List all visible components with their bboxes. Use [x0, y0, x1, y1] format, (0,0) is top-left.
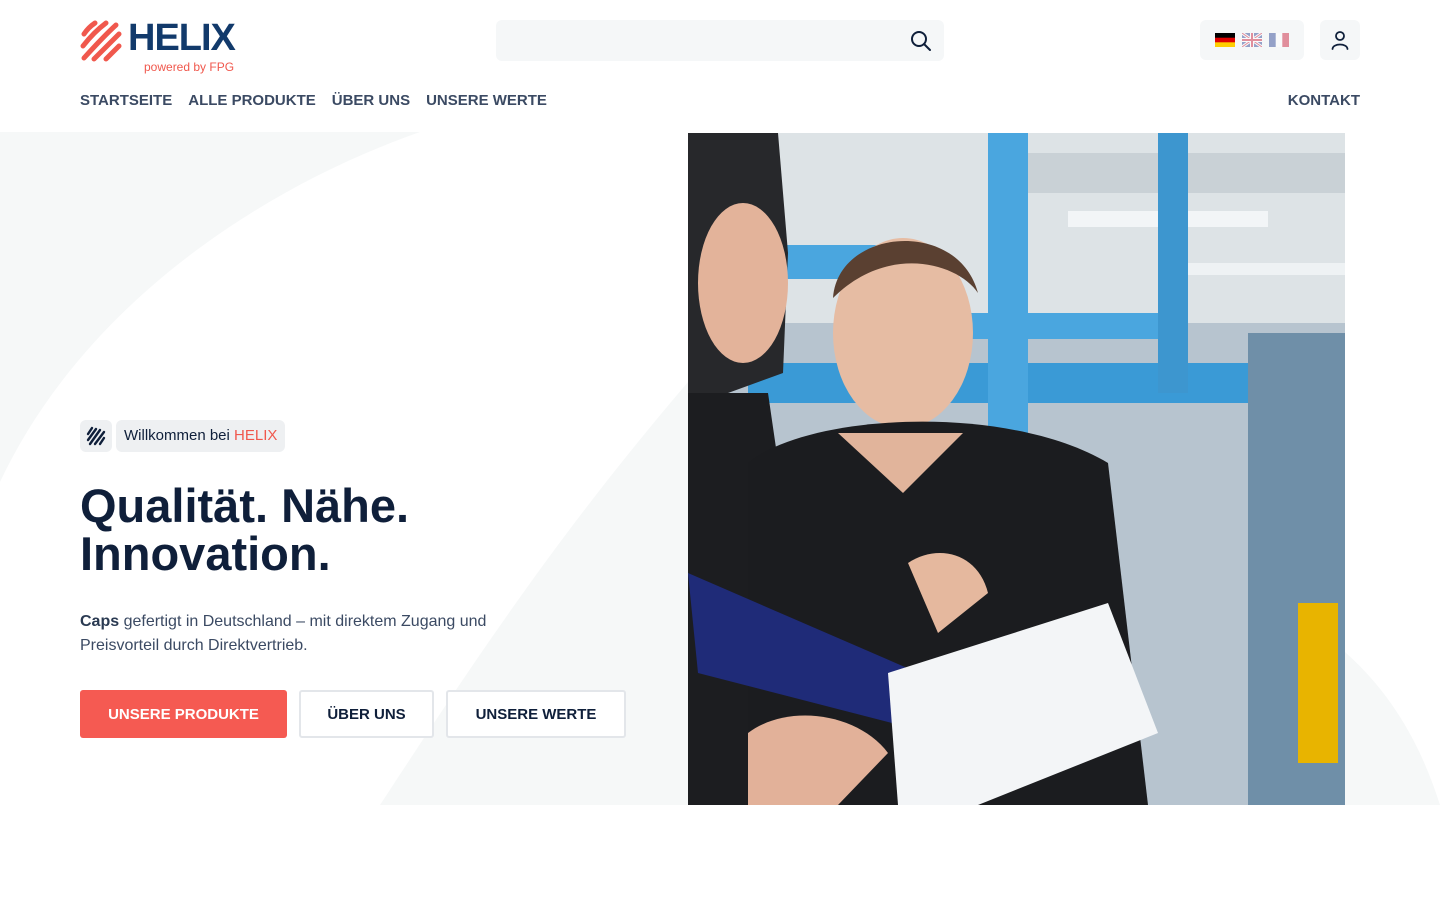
brand-name: HELIX: [128, 17, 236, 59]
headline-line-2: Innovation.: [80, 527, 331, 580]
user-icon: [1331, 31, 1349, 50]
search-input[interactable]: [496, 20, 944, 61]
headline-line-1: Qualität. Nähe.: [80, 479, 410, 532]
site-header: HELIX powered by FPG STARTSEITE ALLE PRO…: [0, 0, 1440, 132]
welcome-brand: HELIX: [234, 427, 278, 444]
helix-logo-icon: [80, 20, 122, 62]
nav-item-about[interactable]: ÜBER UNS: [332, 92, 410, 109]
welcome-prefix: Willkommen bei: [124, 427, 230, 444]
hero-photo: [688, 133, 1345, 805]
hero-headline: Qualität. Nähe. Innovation.: [80, 482, 640, 578]
helix-mark-icon: [80, 420, 112, 452]
brand-tagline: powered by FPG: [144, 60, 235, 74]
flag-fr-icon[interactable]: [1269, 33, 1289, 47]
language-switcher: [1200, 20, 1304, 60]
hero-description: Caps gefertigt in Deutschland – mit dire…: [80, 610, 550, 658]
brand-logo[interactable]: HELIX powered by FPG: [80, 17, 240, 78]
flag-de-icon[interactable]: [1215, 33, 1235, 47]
nav-item-contact[interactable]: KONTAKT: [1288, 92, 1360, 109]
nav-item-all-products[interactable]: ALLE PRODUKTE: [188, 92, 316, 109]
main-nav: STARTSEITE ALLE PRODUKTE ÜBER UNS UNSERE…: [80, 92, 547, 109]
hero-content: Willkommen bei HELIX Qualität. Nähe. Inn…: [80, 420, 640, 738]
desc-rest: gefertigt in Deutschland – mit direktem …: [80, 613, 487, 654]
products-button[interactable]: UNSERE PRODUKTE: [80, 690, 287, 738]
hero-buttons: UNSERE PRODUKTE ÜBER UNS UNSERE WERTE: [80, 690, 640, 738]
welcome-badge: Willkommen bei HELIX: [80, 420, 640, 452]
desc-bold: Caps: [80, 613, 120, 630]
values-button[interactable]: UNSERE WERTE: [446, 690, 626, 738]
nav-item-home[interactable]: STARTSEITE: [80, 92, 172, 109]
welcome-text: Willkommen bei HELIX: [116, 420, 286, 452]
search-icon[interactable]: [910, 30, 932, 52]
about-button[interactable]: ÜBER UNS: [299, 690, 434, 738]
flag-en-icon[interactable]: [1242, 33, 1262, 47]
account-button[interactable]: [1320, 20, 1360, 60]
nav-item-values[interactable]: UNSERE WERTE: [426, 92, 547, 109]
workshop-photo-illustration: [688, 133, 1345, 805]
